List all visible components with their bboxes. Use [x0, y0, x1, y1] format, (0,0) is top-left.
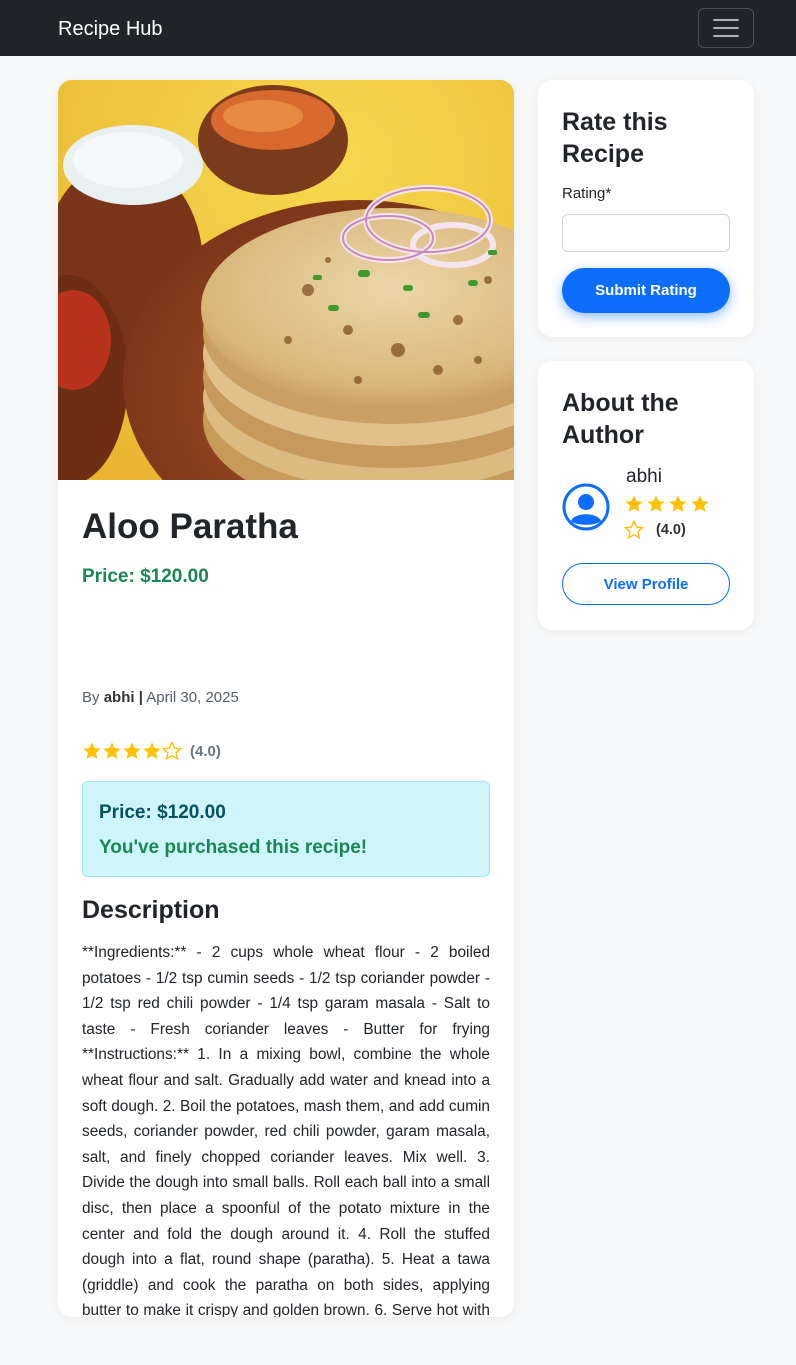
star-empty-icon [162, 741, 182, 761]
star-filled-icon [143, 742, 161, 759]
rating-input[interactable] [562, 214, 730, 252]
rating-value: (4.0) [190, 742, 221, 760]
navbar: Recipe Hub [0, 0, 796, 56]
author-card: About the Author abhi (4.0) View Profile [538, 361, 754, 630]
recipe-card: Aloo Paratha Price: $120.00 By abhi | Ap… [58, 80, 514, 1317]
purchase-alert: Price: $120.00 You've purchased this rec… [82, 781, 490, 877]
description-text: **Ingredients:** - 2 cups whole wheat fl… [82, 944, 490, 1317]
star-filled-icon [691, 495, 709, 512]
author-rating: (4.0) [623, 494, 734, 540]
byline-separator: | [138, 689, 143, 706]
star-filled-icon [625, 495, 643, 512]
recipe-rating: (4.0) [82, 740, 221, 762]
recipe-title: Aloo Paratha [82, 507, 298, 546]
brand-link[interactable]: Recipe Hub [58, 16, 163, 42]
view-profile-button[interactable]: View Profile [562, 563, 730, 605]
recipe-image [58, 80, 514, 480]
purchase-price: Price: $120.00 [99, 802, 226, 823]
star-empty-icon [623, 519, 645, 540]
recipe-byline: By abhi | April 30, 2025 [82, 688, 239, 708]
rating-label: Rating* [562, 185, 612, 202]
star-filled-icon [103, 742, 121, 759]
star-filled-icon [123, 742, 141, 759]
author-name: abhi [626, 466, 662, 487]
submit-rating-button[interactable]: Submit Rating [562, 268, 730, 313]
author-card-title: About the Author [562, 389, 679, 449]
menu-toggle-button[interactable] [698, 8, 754, 48]
author-rating-value: (4.0) [656, 522, 686, 538]
byline-prefix: By [82, 689, 100, 706]
recipe-price: Price: $120.00 [82, 566, 209, 587]
hamburger-menu-icon [713, 19, 739, 37]
author-link[interactable]: abhi [104, 689, 135, 706]
star-filled-icon [647, 495, 665, 512]
publish-date: April 30, 2025 [146, 689, 239, 706]
recipe-photo [58, 80, 514, 480]
star-filled-icon [669, 495, 687, 512]
description-heading: Description [82, 896, 220, 924]
star-filled-icon [83, 742, 101, 759]
user-circle-icon [562, 483, 610, 531]
rate-recipe-card: Rate this Recipe Rating* Submit Rating [538, 80, 754, 337]
purchase-message: You've purchased this recipe! [99, 837, 368, 858]
rate-card-title: Rate this Recipe [562, 108, 668, 168]
